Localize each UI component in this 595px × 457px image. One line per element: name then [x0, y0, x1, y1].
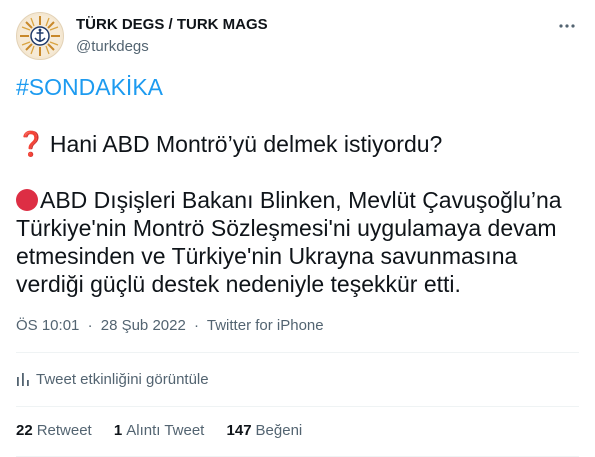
tweet-meta: ÖS 10:01 · 28 Şub 2022 · Twitter for iPh…: [16, 316, 324, 336]
body-line: etmesinden ve Türkiye'nin Ukrayna savunm…: [16, 243, 518, 269]
author-display-name[interactable]: TÜRK DEGS / TURK MAGS: [76, 15, 268, 35]
likes-stat[interactable]: 147 Beğeni: [227, 421, 303, 441]
avatar[interactable]: [16, 12, 64, 60]
author-names: TÜRK DEGS / TURK MAGS @turkdegs: [76, 15, 268, 57]
tweet-stats: 22 Retweet 1 Alıntı Tweet 147 Beğeni: [16, 421, 320, 441]
red-circle-icon: [16, 189, 38, 211]
more-options-icon[interactable]: [557, 16, 577, 36]
quote-tweets-stat[interactable]: 1 Alıntı Tweet: [114, 421, 204, 441]
tweet-question: ❓ Hani ABD Montrö’yü delmek istiyordu?: [16, 130, 442, 159]
more-dots-icon: [559, 24, 575, 28]
tweet-date[interactable]: 28 Şub 2022: [101, 317, 186, 334]
red-question-mark-icon: ❓: [16, 131, 46, 158]
hashtag-link[interactable]: #SONDAKİKA: [16, 73, 163, 101]
meta-separator: ·: [87, 317, 93, 334]
tweet-header: TÜRK DEGS / TURK MAGS @turkdegs: [16, 12, 583, 60]
bar-chart-icon: [17, 373, 29, 386]
body-line: ABD Dışişleri Bakanı Blinken, Mevlüt Çav…: [16, 186, 562, 214]
body-line: Türkiye'nin Montrö Sözleşmesi'ni uygulam…: [16, 215, 557, 241]
body-line: verdiği güçlü destek nedeniyle teşekkür …: [16, 271, 461, 297]
question-text: Hani ABD Montrö’yü delmek istiyordu?: [49, 131, 443, 157]
tweet-time[interactable]: ÖS 10:01: [16, 317, 79, 334]
tweet-card: TÜRK DEGS / TURK MAGS @turkdegs #SONDAKİ…: [0, 0, 595, 457]
retweets-stat[interactable]: 22 Retweet: [16, 421, 92, 441]
tweet-body: ABD Dışişleri Bakanı Blinken, Mevlüt Çav…: [16, 186, 562, 298]
tweet-activity-link[interactable]: Tweet etkinliğini görüntüle: [16, 370, 209, 390]
compass-anchor-logo-icon: [19, 15, 61, 57]
activity-label: Tweet etkinliğini görüntüle: [36, 371, 209, 388]
divider: [16, 406, 579, 407]
divider: [16, 352, 579, 353]
meta-separator: ·: [193, 317, 199, 334]
tweet-source[interactable]: Twitter for iPhone: [207, 317, 324, 334]
author-handle[interactable]: @turkdegs: [76, 37, 268, 57]
